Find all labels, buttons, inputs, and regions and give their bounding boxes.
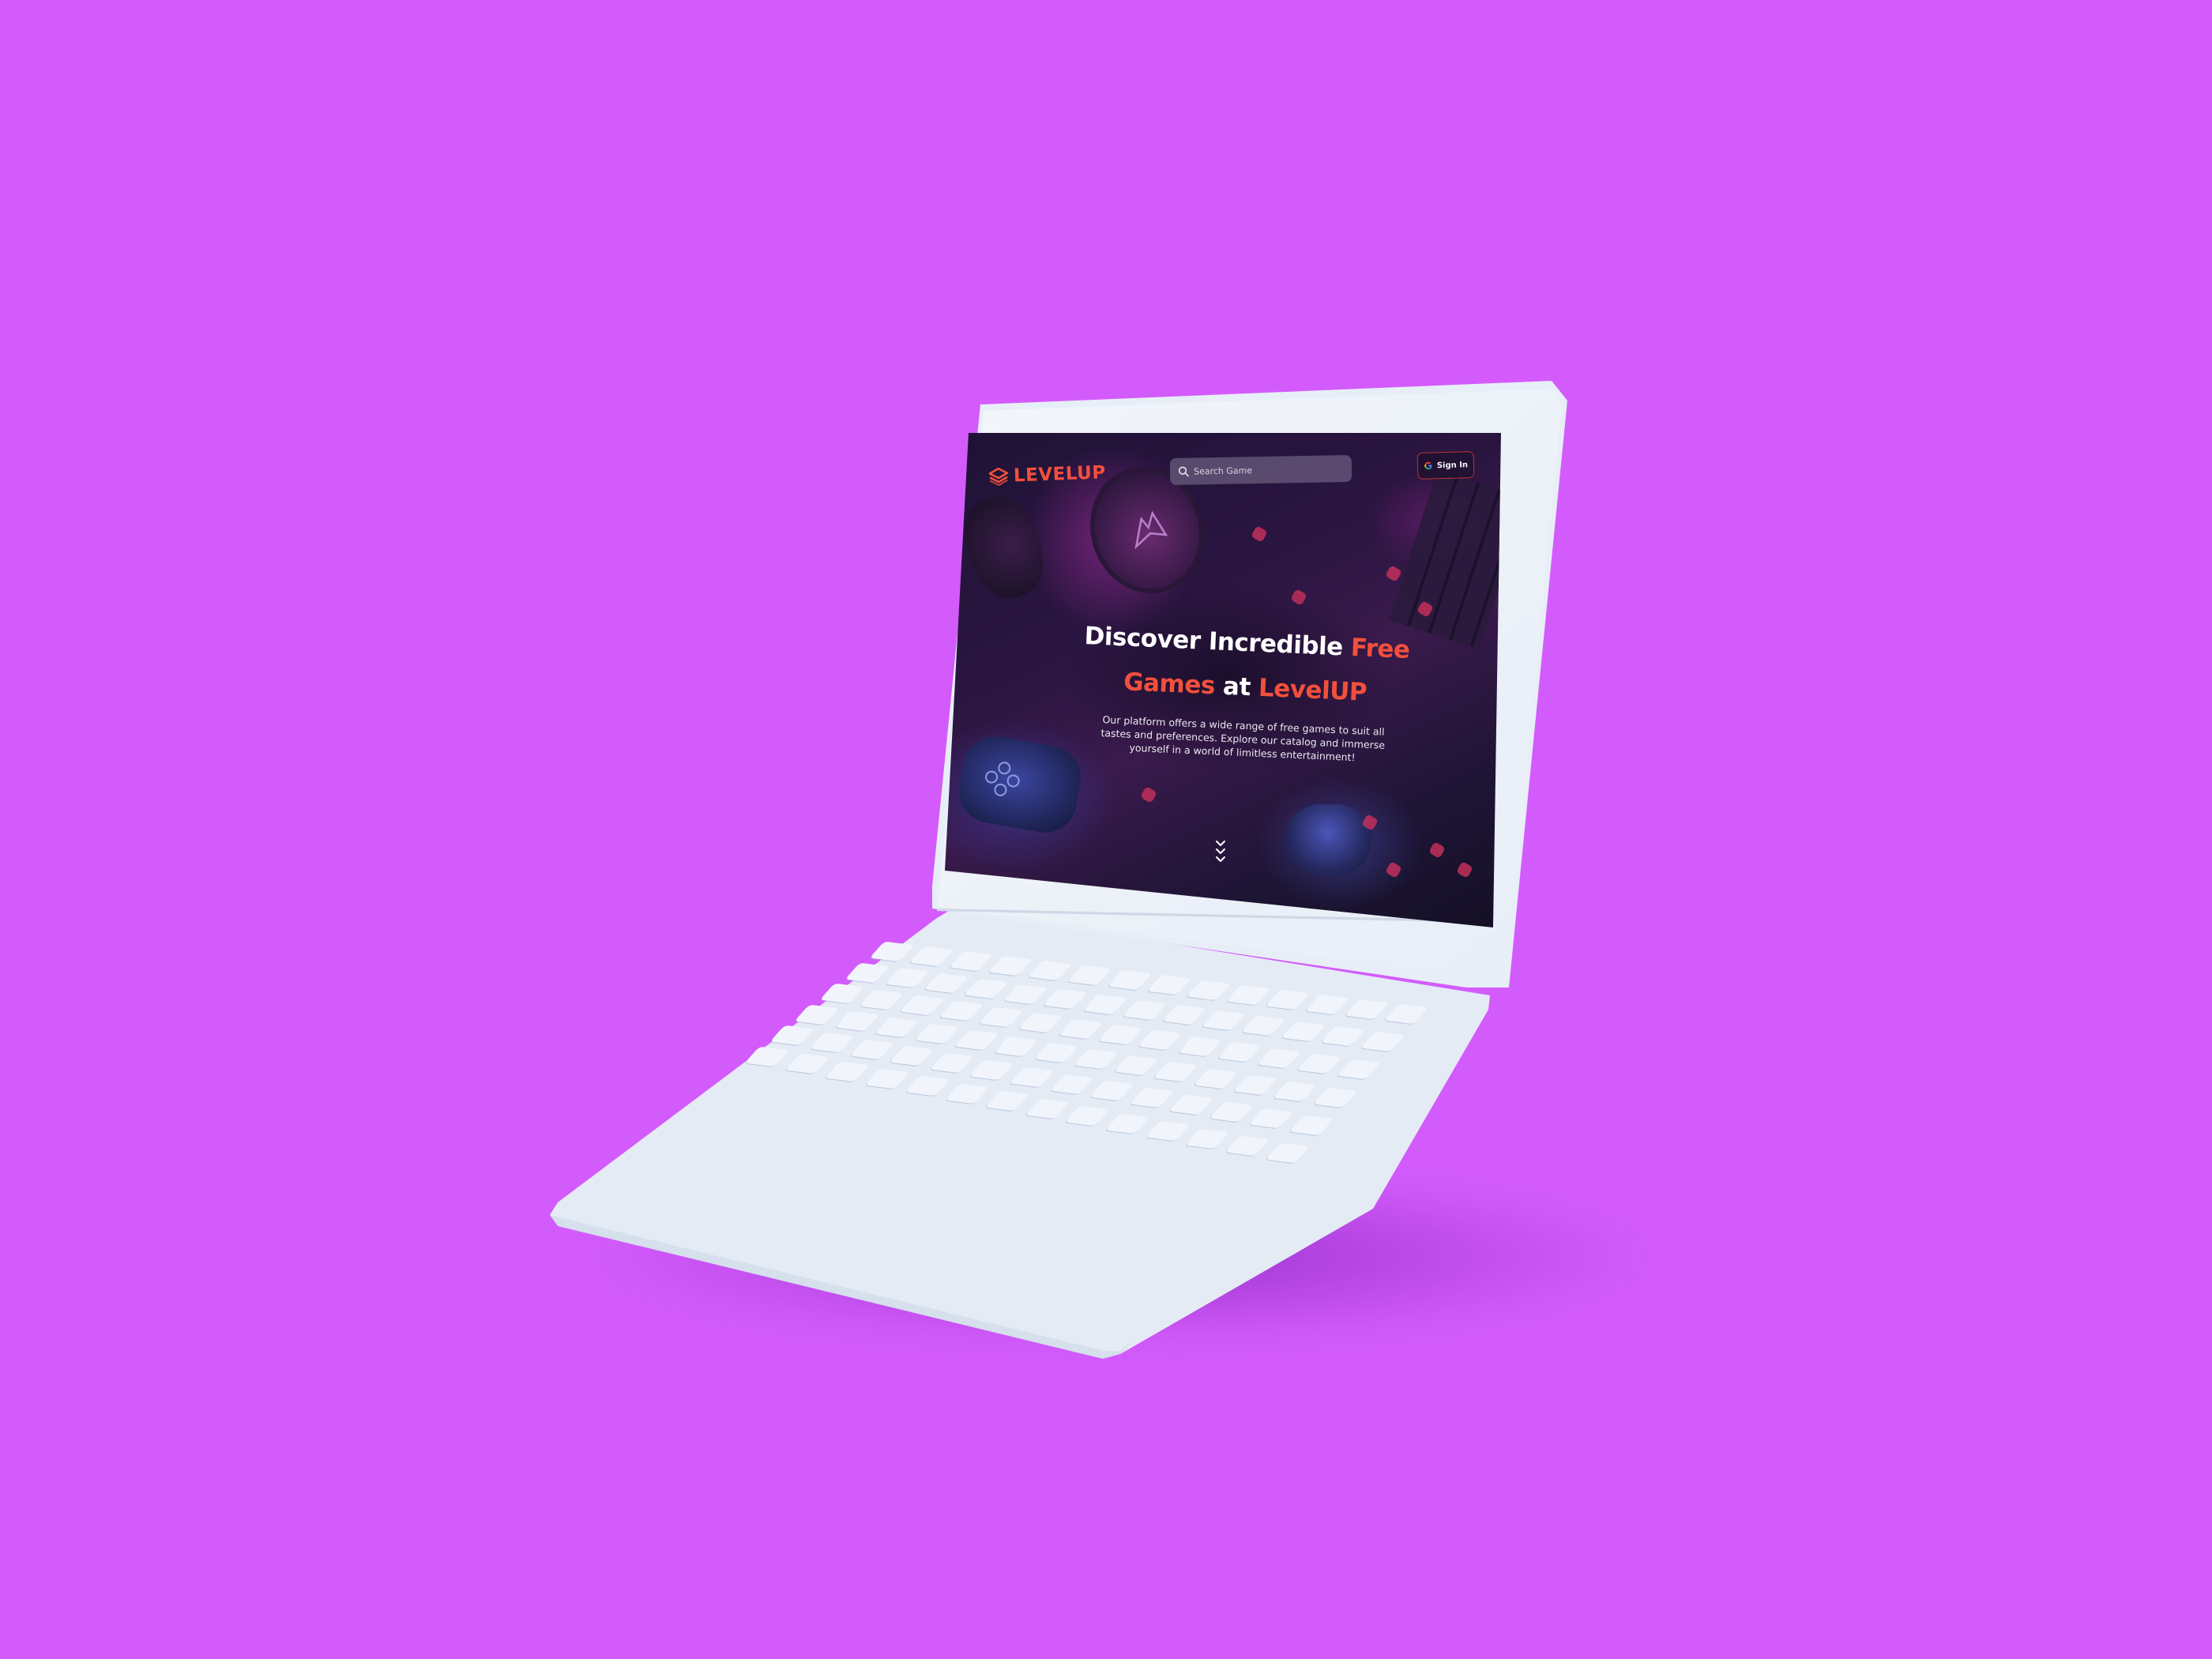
navbar: LEVELUP Sign In (945, 433, 1501, 496)
chevrons-down-icon[interactable] (1213, 838, 1228, 870)
sign-in-button[interactable]: Sign In (1416, 451, 1475, 480)
hero-title-accent: Free (1350, 633, 1411, 665)
brand-name: LEVELUP (1013, 462, 1107, 487)
stacked-layers-icon (988, 467, 1009, 487)
brand-logo[interactable]: LEVELUP (988, 462, 1107, 487)
mockup-scene: LEVELUP Sign In (0, 0, 2212, 1659)
hero-title-text: at (1222, 672, 1251, 702)
search-icon (1178, 466, 1189, 477)
hero-title-accent: Games (1123, 668, 1216, 701)
hero-title-text: Discover Incredible (1083, 622, 1344, 662)
google-icon (1424, 461, 1432, 470)
laptop-screen: LEVELUP Sign In (945, 433, 1501, 927)
sign-in-label: Sign In (1436, 460, 1469, 470)
hero-title-accent: LevelUP (1258, 673, 1367, 707)
hero-section: Discover Incredible Free Games at LevelU… (1076, 614, 1413, 766)
search-bar[interactable] (1169, 454, 1352, 486)
search-input[interactable] (1191, 462, 1346, 478)
